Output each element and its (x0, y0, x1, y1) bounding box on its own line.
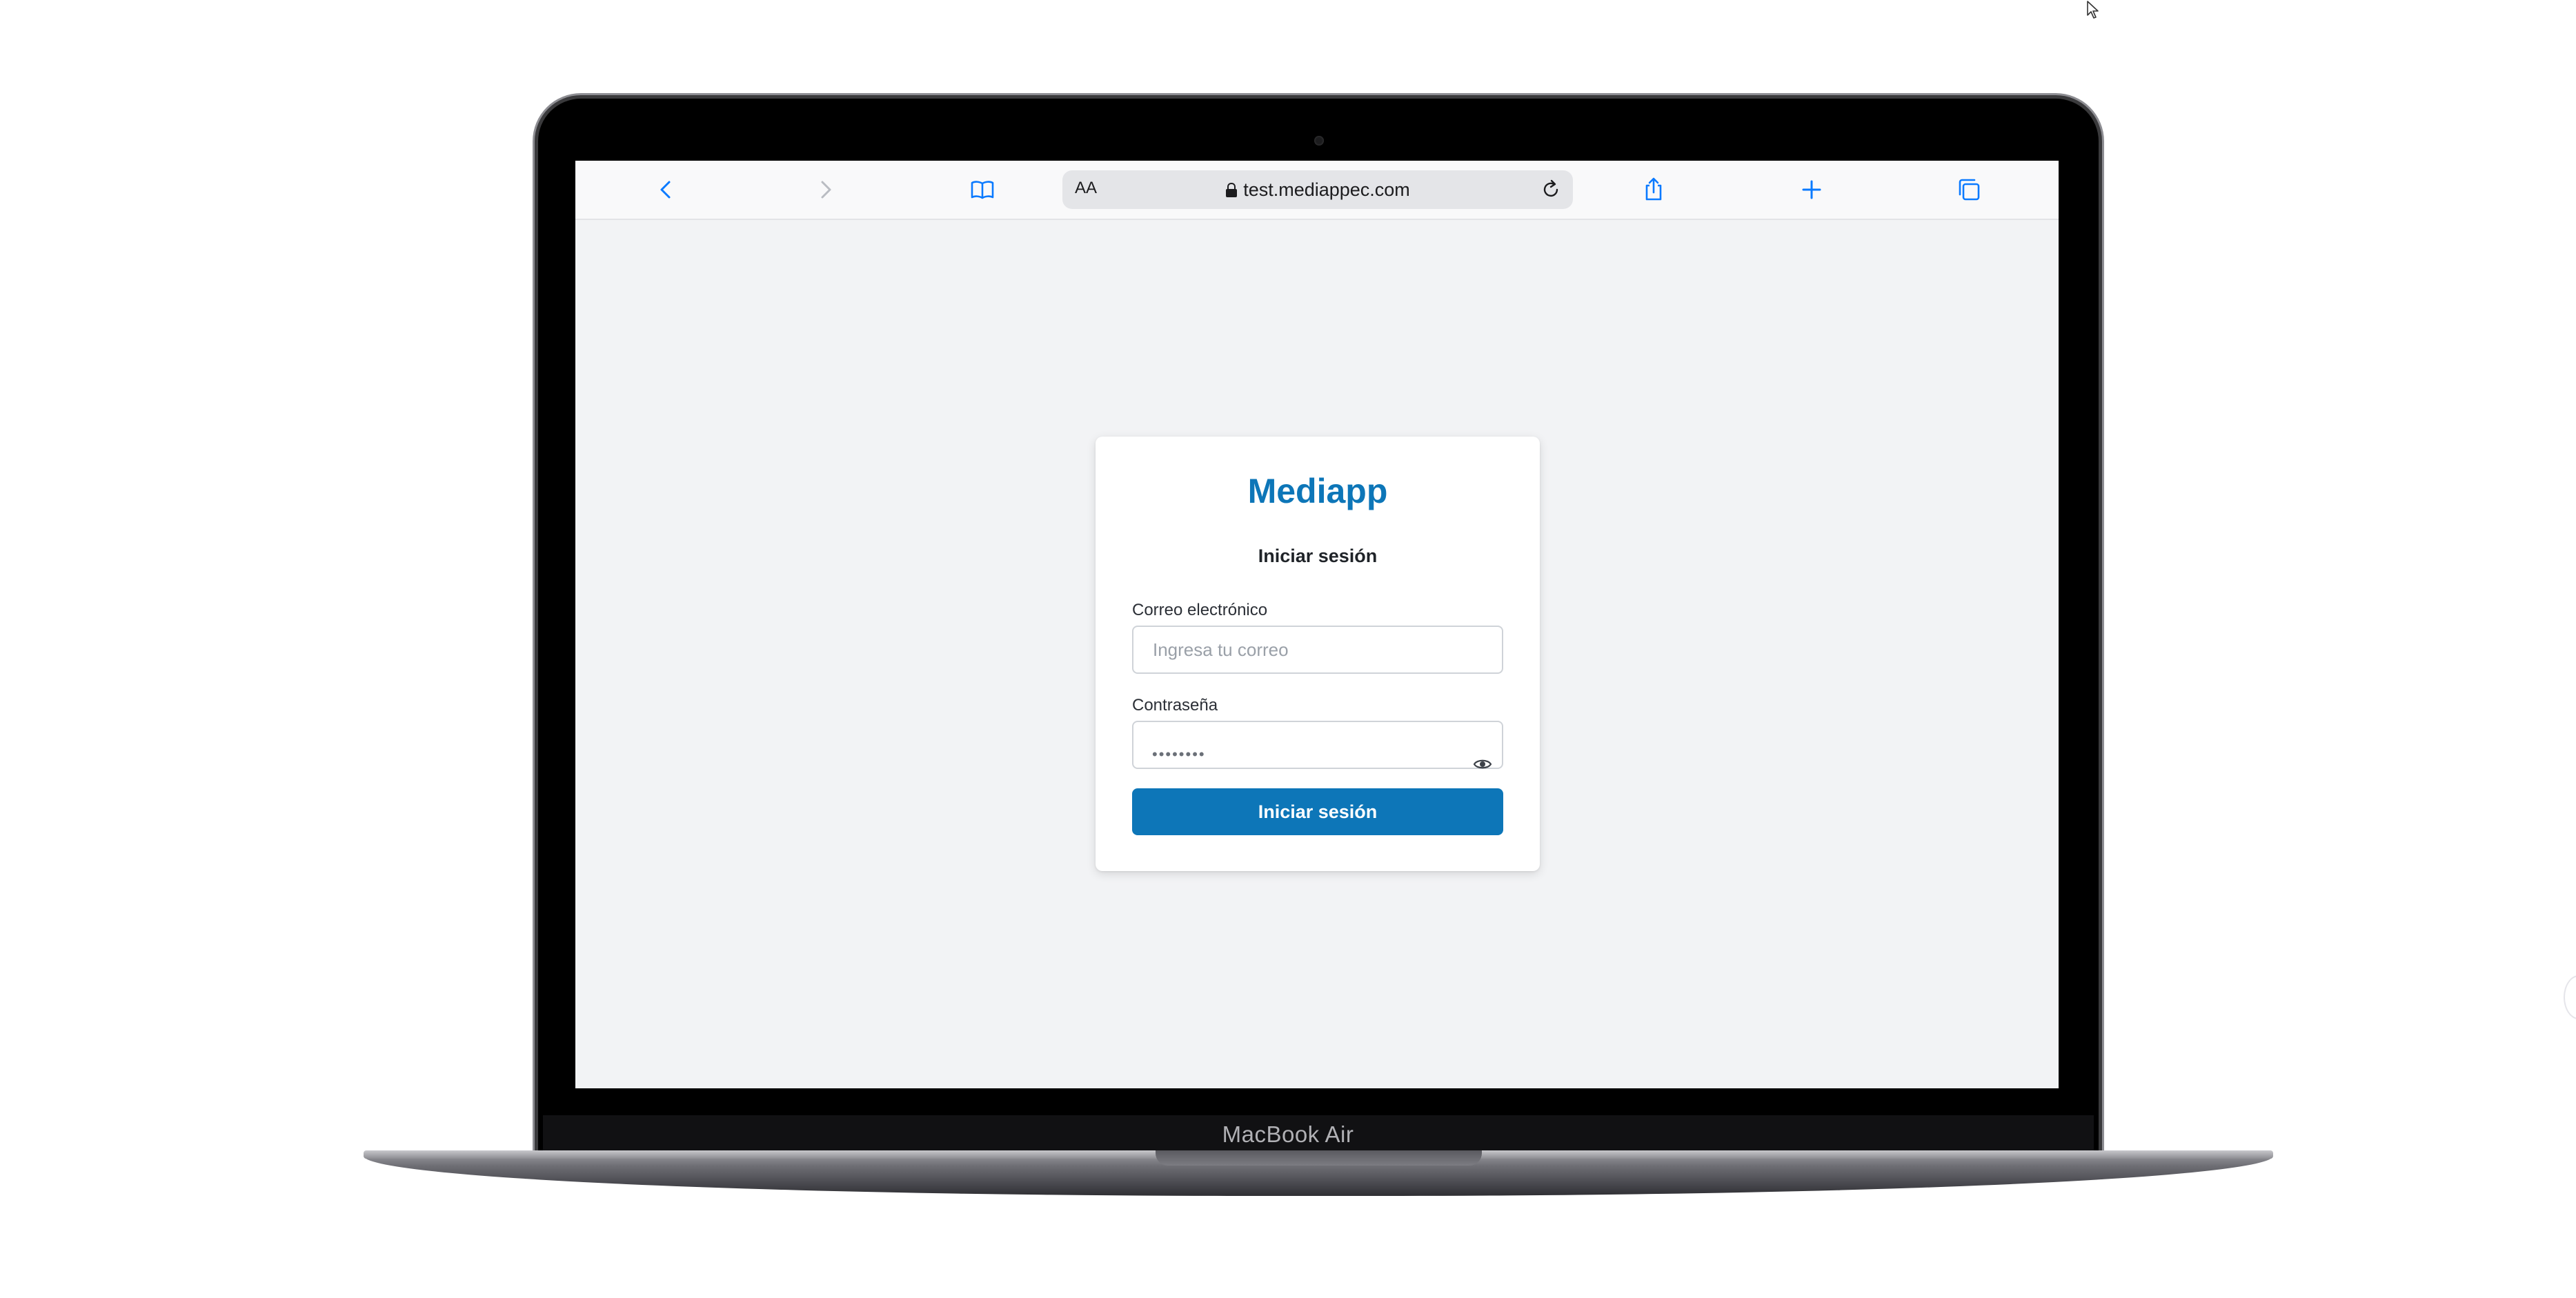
password-value: •••••••• (1152, 746, 1206, 763)
share-button[interactable] (1640, 176, 1667, 203)
plus-icon (1802, 180, 1821, 199)
url-display[interactable]: test.mediappec.com (1062, 179, 1573, 201)
browser-toolbar: AA test.mediappec.com (575, 161, 2059, 220)
bookmarks-icon (971, 181, 994, 199)
brand-logo: Mediapp (1247, 472, 1388, 510)
forward-button[interactable] (811, 176, 839, 203)
mouse-cursor-icon (2087, 1, 2099, 19)
share-icon (1645, 177, 1662, 201)
show-password-icon[interactable] (1472, 754, 1493, 775)
login-button[interactable]: Iniciar sesión (1132, 788, 1503, 835)
desktop: AA test.mediappec.com Mediapp Iniciar se… (0, 0, 2576, 1298)
tabs-icon (1959, 179, 1980, 201)
chevron-right-icon (821, 181, 831, 199)
edge-handle[interactable] (2564, 975, 2576, 1019)
login-title: Iniciar sesión (1258, 546, 1378, 566)
device-label: MacBook Air (1222, 1121, 1354, 1147)
reload-icon[interactable] (1540, 179, 1562, 201)
browser-screen: AA test.mediappec.com Mediapp Iniciar se… (575, 161, 2059, 1088)
email-field[interactable] (1132, 626, 1503, 674)
tabs-overview-button[interactable] (1955, 176, 1983, 203)
url-text: test.mediappec.com (1243, 179, 1410, 200)
back-button[interactable] (653, 176, 680, 203)
lock-icon (1226, 183, 1238, 197)
new-tab-button[interactable] (1798, 176, 1825, 203)
chevron-left-icon (660, 181, 671, 199)
address-bar[interactable]: AA test.mediappec.com (1062, 170, 1573, 209)
camera-icon (1314, 136, 1324, 146)
bookmarks-button[interactable] (969, 176, 996, 203)
laptop-notch (1156, 1150, 1482, 1166)
email-label: Correo electrónico (1132, 601, 1268, 619)
password-label: Contraseña (1132, 696, 1218, 715)
login-card: Mediapp Iniciar sesión Correo electrónic… (1096, 437, 1540, 871)
